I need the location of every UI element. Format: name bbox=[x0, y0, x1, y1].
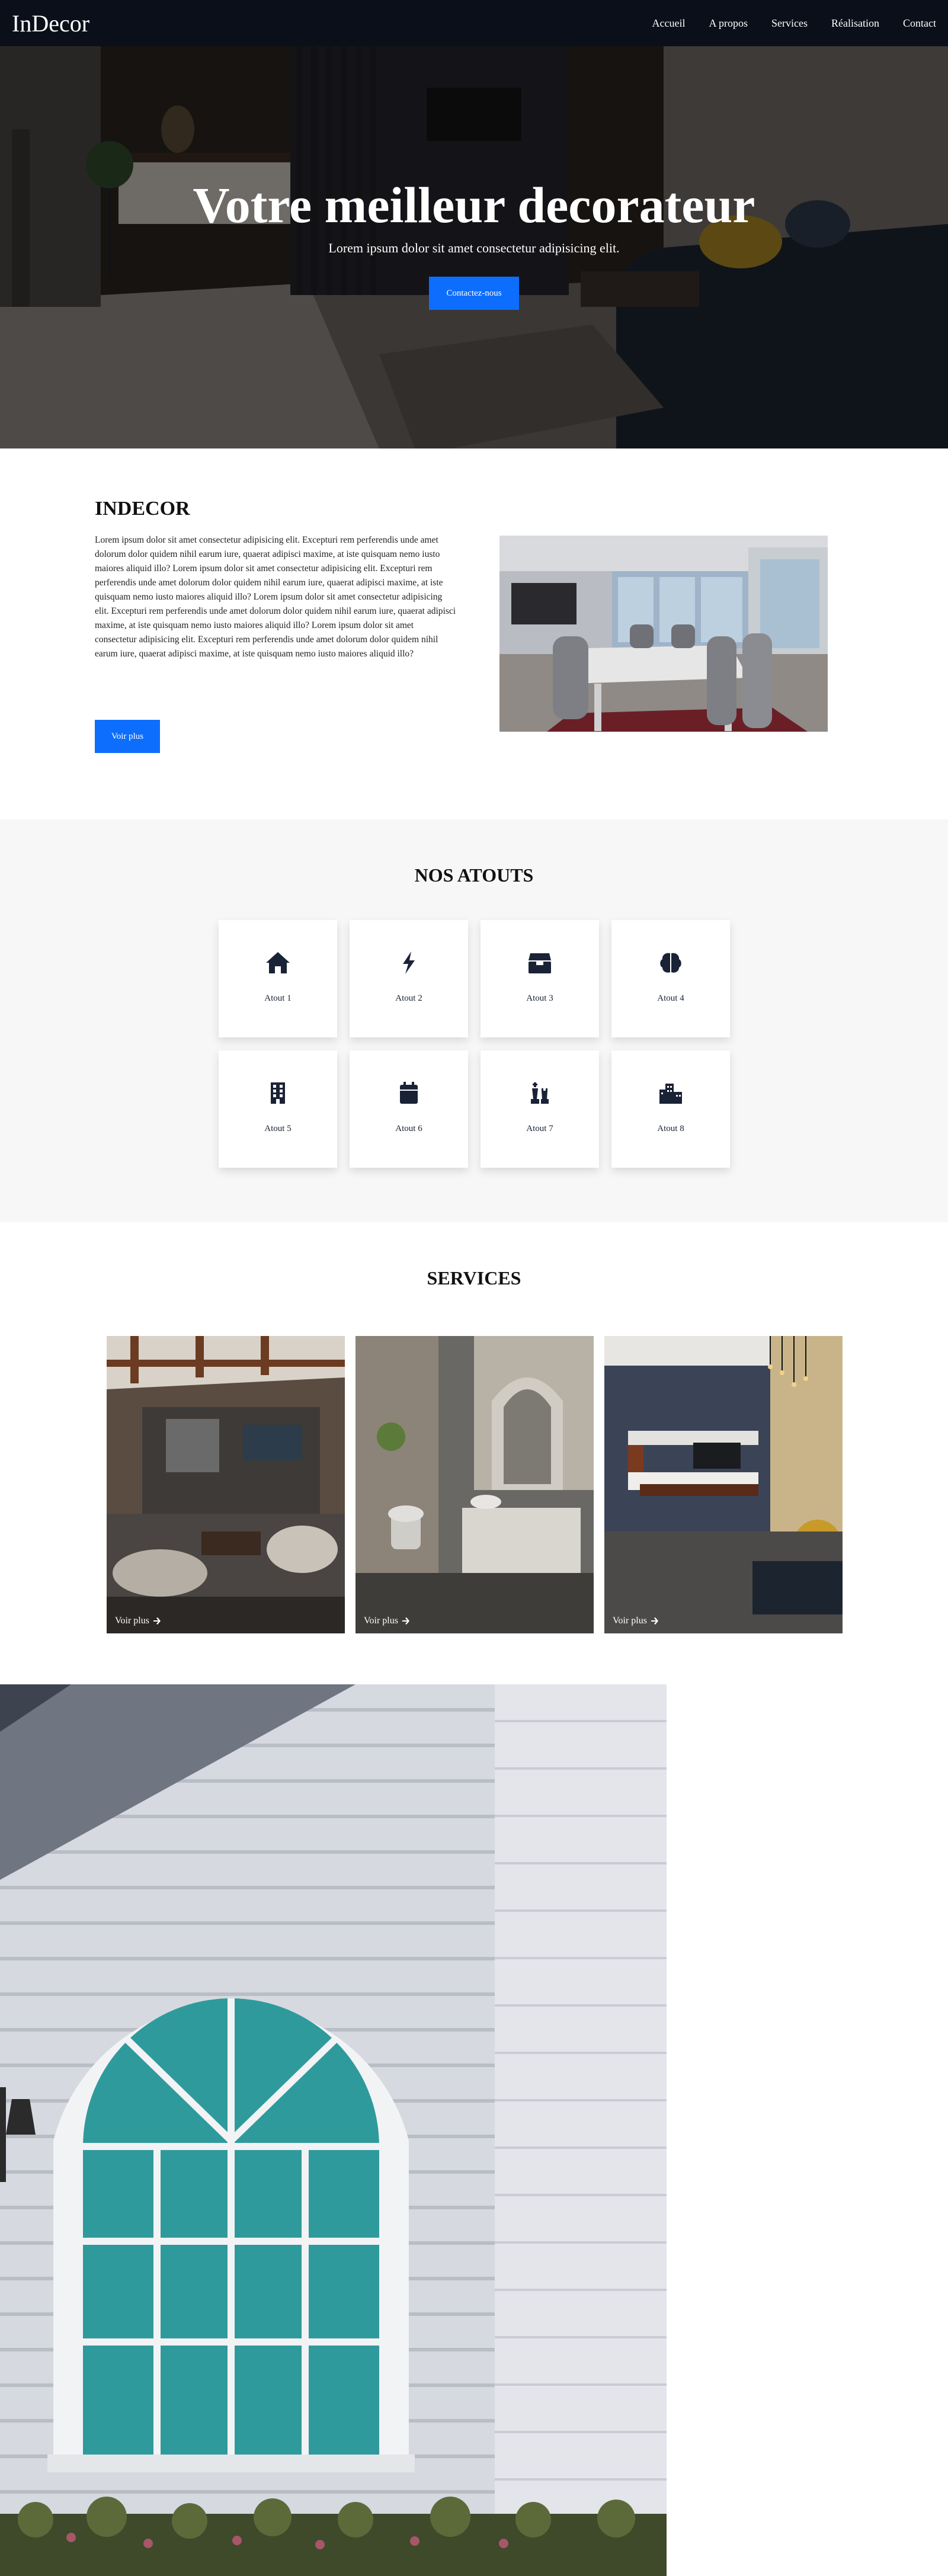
atouts-title: NOS ATOUTS bbox=[414, 864, 534, 886]
service-link-label: Voir plus bbox=[115, 1616, 149, 1626]
services-section: SERVICES Voir plus Voir plus Voir plus bbox=[0, 1222, 948, 1684]
atout-label: Atout 5 bbox=[264, 1124, 292, 1133]
atout-label: Atout 3 bbox=[526, 994, 553, 1003]
nav-link-services[interactable]: Services bbox=[771, 17, 808, 30]
nav-link-a-propos[interactable]: A propos bbox=[709, 17, 748, 30]
nav-links: Accueil A propos Services Réalisation Co… bbox=[629, 17, 936, 30]
arrow-right-icon bbox=[402, 1617, 409, 1625]
atout-label: Atout 8 bbox=[657, 1124, 684, 1133]
box-icon bbox=[529, 953, 551, 973]
atout-label: Atout 6 bbox=[395, 1124, 422, 1133]
service-link-label: Voir plus bbox=[364, 1616, 398, 1626]
nav-link-contact[interactable]: Contact bbox=[903, 17, 936, 30]
atout-card: Atout 4 bbox=[611, 920, 730, 1037]
about-paragraph: Lorem ipsum dolor sit amet consectetur a… bbox=[95, 535, 456, 659]
city-icon bbox=[659, 1084, 682, 1104]
hero-content: Votre meilleur decorateur Lorem ipsum do… bbox=[0, 46, 948, 448]
service-link-voir-plus[interactable]: Voir plus bbox=[613, 1616, 659, 1626]
arrow-right-icon bbox=[651, 1617, 658, 1625]
atout-card: Atout 2 bbox=[350, 920, 468, 1037]
service-link-label: Voir plus bbox=[613, 1616, 647, 1626]
brain-icon bbox=[660, 953, 681, 973]
service-link-voir-plus[interactable]: Voir plus bbox=[115, 1616, 161, 1626]
atout-label: Atout 1 bbox=[264, 994, 292, 1003]
arched-window-image bbox=[0, 1684, 667, 2576]
bolt-icon bbox=[403, 951, 415, 974]
hero-section: Votre meilleur decorateur Lorem ipsum do… bbox=[0, 46, 948, 448]
hero-title: Votre meilleur decorateur bbox=[193, 177, 755, 233]
home-icon bbox=[266, 952, 290, 973]
atout-card: Atout 5 bbox=[219, 1050, 337, 1168]
services-title: SERVICES bbox=[427, 1267, 521, 1289]
service-image-living bbox=[107, 1336, 345, 1633]
atout-label: Atout 4 bbox=[657, 994, 684, 1003]
building-icon bbox=[271, 1082, 285, 1104]
atout-card: Atout 3 bbox=[481, 920, 599, 1037]
brand-logo[interactable]: InDecor bbox=[12, 9, 89, 37]
service-card-bathroom[interactable]: Voir plus bbox=[356, 1336, 594, 1633]
navbar: InDecor Accueil A propos Services Réalis… bbox=[0, 0, 948, 46]
atout-label: Atout 2 bbox=[395, 994, 422, 1003]
nav-link-accueil[interactable]: Accueil bbox=[652, 17, 686, 30]
atout-card: Atout 1 bbox=[219, 920, 337, 1037]
atout-card: Atout 6 bbox=[350, 1050, 468, 1168]
hero-subtitle: Lorem ipsum dolor sit amet consectetur a… bbox=[328, 241, 620, 255]
nav-link-realisation[interactable]: Réalisation bbox=[831, 17, 879, 30]
voir-plus-button[interactable]: Voir plus bbox=[95, 720, 160, 753]
arrow-right-icon bbox=[153, 1617, 161, 1625]
about-section: INDECOR Lorem ipsum dolor sit amet conse… bbox=[0, 448, 948, 819]
atout-label: Atout 7 bbox=[526, 1124, 553, 1133]
chess-icon bbox=[531, 1082, 549, 1104]
atout-card: Atout 7 bbox=[481, 1050, 599, 1168]
atout-card: Atout 8 bbox=[611, 1050, 730, 1168]
service-card-living[interactable]: Voir plus bbox=[107, 1336, 345, 1633]
calendar-icon bbox=[400, 1082, 418, 1104]
contact-button[interactable]: Contactez-nous bbox=[429, 277, 519, 310]
service-link-voir-plus[interactable]: Voir plus bbox=[364, 1616, 410, 1626]
dining-room-image bbox=[499, 536, 828, 732]
atouts-section: NOS ATOUTS Atout 1 Atout 2 Atout 3 Atout… bbox=[0, 819, 948, 1222]
about-title: INDECOR bbox=[95, 498, 190, 520]
service-image-bathroom bbox=[356, 1336, 594, 1633]
service-card-lounge[interactable]: Voir plus bbox=[604, 1336, 843, 1633]
service-image-lounge bbox=[604, 1336, 843, 1633]
